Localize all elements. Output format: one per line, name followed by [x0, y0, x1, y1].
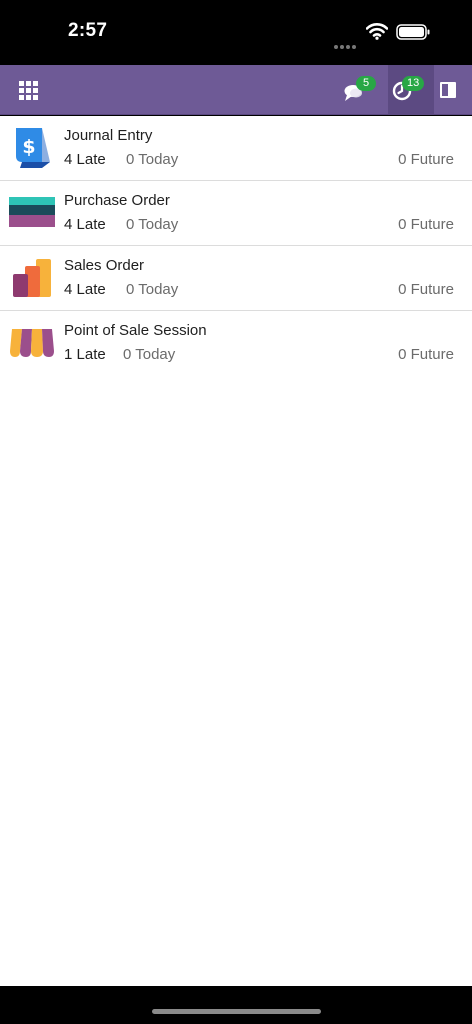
- future-count[interactable]: 0 Future: [398, 151, 454, 168]
- messages-count-badge: 5: [356, 76, 376, 91]
- activities-count-badge: 13: [402, 76, 425, 91]
- activity-row-sales-order[interactable]: Sales Order 4 Late 0 Today 0 Future: [0, 246, 472, 311]
- apps-grid-icon: [18, 80, 38, 100]
- future-count[interactable]: 0 Future: [398, 346, 454, 363]
- messages-button[interactable]: 5: [336, 73, 384, 107]
- svg-text:$: $: [22, 136, 35, 158]
- home-indicator-area: [0, 986, 472, 1024]
- side-panel-icon: [440, 82, 456, 98]
- battery-icon: [396, 24, 430, 40]
- late-count[interactable]: 4 Late: [64, 151, 106, 168]
- future-count[interactable]: 0 Future: [398, 281, 454, 298]
- cellular-signal-icon: [334, 36, 358, 49]
- today-count[interactable]: 0 Today: [126, 151, 178, 168]
- apps-menu-button[interactable]: [14, 77, 42, 103]
- point-of-sale-icon: [10, 329, 54, 357]
- activities-button[interactable]: 13: [388, 65, 434, 115]
- activity-title: Sales Order: [64, 257, 145, 274]
- today-count[interactable]: 0 Today: [126, 281, 178, 298]
- activity-title: Point of Sale Session: [64, 322, 207, 339]
- activity-title: Purchase Order: [64, 192, 170, 209]
- sales-order-icon: [13, 259, 51, 297]
- journal-entry-icon: $: [16, 128, 50, 168]
- activity-list: $ Journal Entry 4 Late 0 Today 0 Future …: [0, 116, 472, 986]
- activity-title: Journal Entry: [64, 127, 153, 144]
- late-count[interactable]: 4 Late: [64, 216, 106, 233]
- activity-row-point-of-sale[interactable]: Point of Sale Session 1 Late 0 Today 0 F…: [0, 311, 472, 376]
- activity-row-purchase-order[interactable]: Purchase Order 4 Late 0 Today 0 Future: [0, 181, 472, 246]
- top-navbar: 5 13: [0, 65, 472, 115]
- today-count[interactable]: 0 Today: [123, 346, 175, 363]
- today-count[interactable]: 0 Today: [126, 216, 178, 233]
- late-count[interactable]: 4 Late: [64, 281, 106, 298]
- status-time: 2:57: [68, 20, 108, 41]
- side-panel-toggle-button[interactable]: [436, 79, 460, 101]
- activity-row-journal-entry[interactable]: $ Journal Entry 4 Late 0 Today 0 Future: [0, 116, 472, 181]
- wifi-icon: [366, 23, 388, 40]
- home-indicator[interactable]: [152, 1009, 321, 1014]
- purchase-order-icon: [9, 197, 55, 227]
- status-bar: 2:57: [0, 0, 472, 65]
- future-count[interactable]: 0 Future: [398, 216, 454, 233]
- late-count[interactable]: 1 Late: [64, 346, 106, 363]
